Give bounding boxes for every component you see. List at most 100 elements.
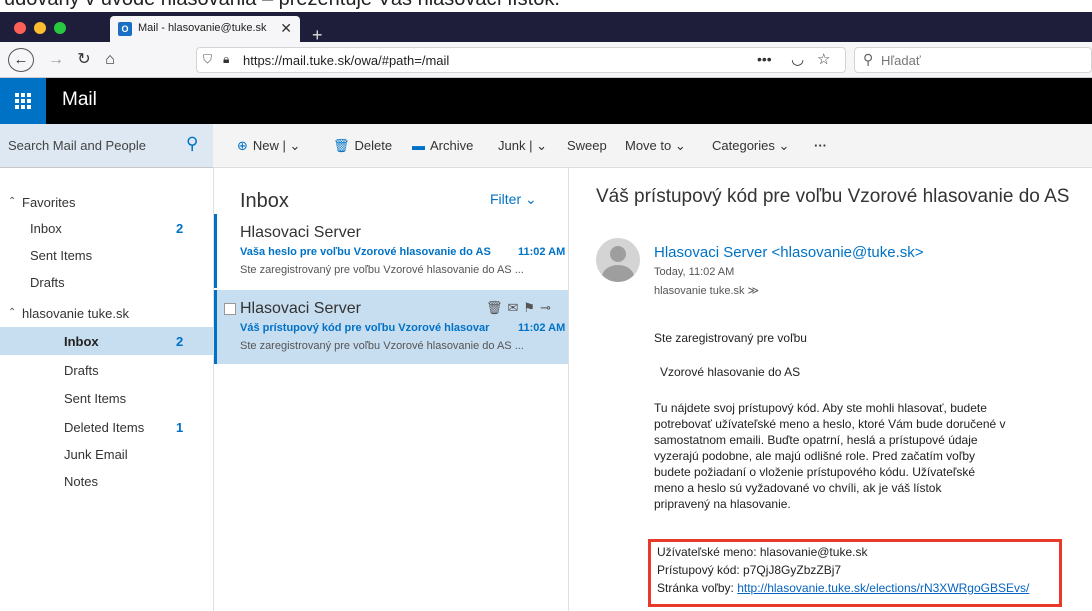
message-time: 11:02 AM bbox=[518, 322, 566, 334]
folder-sent-items-favorite[interactable]: Sent Items bbox=[0, 241, 213, 269]
access-code-line: Prístupový kód: p7QjJ8GyZbzZBj7 bbox=[657, 563, 842, 577]
email-line: samostatnom emaili. Buďte opatrní, heslá… bbox=[654, 433, 978, 447]
person-body-icon bbox=[602, 265, 634, 282]
url-text[interactable]: https://mail.tuke.sk/owa/#path=/mail bbox=[243, 53, 449, 68]
tab-close-icon[interactable]: ✕ bbox=[280, 20, 292, 37]
shield-icon[interactable]: ⛉ bbox=[203, 52, 212, 67]
browser-search-field[interactable]: ⚲ Hľadať bbox=[854, 47, 1092, 73]
maximize-window-button[interactable] bbox=[54, 22, 66, 34]
close-window-button[interactable] bbox=[14, 22, 26, 34]
app-launcher-icon[interactable] bbox=[0, 78, 46, 124]
search-icon: ⚲ bbox=[863, 51, 874, 67]
select-checkbox[interactable] bbox=[224, 303, 236, 315]
folder-inbox[interactable]: Inbox 2 bbox=[0, 327, 213, 355]
archive-button[interactable]: ▬ Archive bbox=[412, 138, 473, 153]
folder-label: Inbox bbox=[30, 221, 62, 236]
unread-count: 2 bbox=[176, 221, 184, 236]
collapse-caret-icon[interactable]: ⌃ bbox=[8, 307, 16, 318]
collapse-caret-icon[interactable]: ⌃ bbox=[8, 196, 16, 207]
browser-tab[interactable]: O Mail - hlasovanie@tuke.sk ✕ bbox=[110, 16, 300, 42]
lock-icon[interactable]: 🔒︎ bbox=[223, 52, 229, 67]
trash-icon: 🗑︎ bbox=[333, 138, 350, 153]
email-from[interactable]: Hlasovaci Server <hlasovanie@tuke.sk> bbox=[654, 244, 924, 261]
sweep-button[interactable]: Sweep bbox=[567, 138, 607, 153]
message-quick-actions: 🗑︎✉︎⚑⊸ bbox=[486, 300, 556, 316]
email-line: pripravený na hlasovanie. bbox=[654, 497, 791, 511]
folder-inbox-favorite[interactable]: Inbox 2 bbox=[0, 214, 213, 242]
bookmark-star-icon[interactable]: ☆ bbox=[817, 50, 830, 68]
folder-group-favorites[interactable]: ⌃ Favorites bbox=[0, 188, 213, 216]
list-item[interactable]: Hlasovaci Server 🗑︎✉︎⚑⊸ Váš prístupový k… bbox=[214, 290, 568, 364]
message-preview: Ste zaregistrovaný pre voľbu Vzorové hla… bbox=[240, 264, 524, 276]
message-preview: Ste zaregistrovaný pre voľbu Vzorové hla… bbox=[240, 340, 524, 352]
election-page-label: Stránka voľby: bbox=[657, 581, 738, 595]
move-to-button[interactable]: Move to ⌄ bbox=[625, 138, 686, 154]
folder-label: Notes bbox=[64, 474, 98, 489]
folder-group-account[interactable]: ⌃ hlasovanie tuke.sk bbox=[0, 299, 213, 327]
folder-notes[interactable]: Notes bbox=[0, 467, 213, 495]
search-icon[interactable]: ⚲ bbox=[186, 134, 198, 154]
delete-label: Delete bbox=[354, 138, 393, 153]
folder-label: Favorites bbox=[22, 195, 76, 210]
folder-label: Deleted Items bbox=[64, 420, 145, 435]
folder-label: Junk Email bbox=[64, 447, 128, 462]
mark-read-icon[interactable]: ✉︎ bbox=[508, 300, 524, 315]
folder-drafts-favorite[interactable]: Drafts bbox=[0, 268, 213, 296]
command-bar: ⊕ New | ⌄ 🗑︎ Delete ▬ Archive Junk | ⌄ Swee… bbox=[213, 124, 1092, 168]
filter-button[interactable]: Filter ⌄ bbox=[490, 191, 537, 208]
trash-icon[interactable]: 🗑︎ bbox=[486, 300, 508, 315]
credentials-highlight-box: Užívateľské meno: hlasovanie@tuke.sk Prí… bbox=[648, 539, 1062, 607]
new-button[interactable]: ⊕ New | ⌄ bbox=[237, 138, 300, 154]
email-line: budete požiadaní o vloženie prístupového… bbox=[654, 465, 976, 479]
folder-label: hlasovanie tuke.sk bbox=[22, 306, 129, 321]
folder-sent-items[interactable]: Sent Items bbox=[0, 384, 213, 412]
folder-drafts[interactable]: Drafts bbox=[0, 356, 213, 384]
search-mail-box[interactable]: Search Mail and People ⚲ bbox=[0, 124, 213, 168]
minimize-window-button[interactable] bbox=[34, 22, 46, 34]
avatar[interactable] bbox=[596, 238, 640, 282]
browser-tab-strip: O Mail - hlasovanie@tuke.sk ✕ + bbox=[0, 12, 1092, 44]
browser-search-placeholder: Hľadať bbox=[881, 53, 921, 68]
plus-circle-icon: ⊕ bbox=[237, 138, 248, 153]
junk-label: Junk bbox=[498, 138, 526, 153]
list-item[interactable]: Hlasovaci Server Vaša heslo pre voľbu Vz… bbox=[214, 214, 568, 288]
message-time: 11:02 AM bbox=[518, 246, 566, 258]
forward-arrow-icon[interactable]: → bbox=[46, 48, 66, 72]
home-icon[interactable]: ⌂ bbox=[100, 48, 120, 72]
message-sender: Hlasovaci Server bbox=[240, 300, 361, 317]
email-line: vyzerajú podobne, ale majú odlišné role.… bbox=[654, 449, 976, 463]
categories-button[interactable]: Categories ⌄ bbox=[712, 138, 789, 154]
unread-indicator bbox=[214, 290, 217, 364]
unread-indicator bbox=[214, 214, 217, 288]
reading-pane: Váš prístupový kód pre voľbu Vzorové hla… bbox=[570, 168, 1092, 611]
pin-icon[interactable]: ⊸ bbox=[540, 300, 556, 315]
folder-label: Sent Items bbox=[30, 248, 93, 263]
delete-button[interactable]: 🗑︎ Delete bbox=[333, 138, 392, 154]
caption-text: udovaný v úvode hlasovania – prezentuje … bbox=[4, 0, 560, 11]
list-title: Inbox bbox=[240, 190, 289, 212]
reload-icon[interactable]: ↻ bbox=[74, 48, 94, 72]
junk-button[interactable]: Junk | ⌄ bbox=[498, 138, 547, 154]
filter-label: Filter bbox=[490, 191, 522, 207]
election-page-line: Stránka voľby: http://hlasovanie.tuke.sk… bbox=[657, 581, 1029, 595]
email-recipient[interactable]: hlasovanie tuke.sk ≫ bbox=[654, 284, 759, 297]
new-label: New bbox=[252, 138, 279, 153]
unread-count: 2 bbox=[176, 334, 184, 349]
folder-deleted-items[interactable]: Deleted Items 1 bbox=[0, 413, 213, 441]
pocket-icon[interactable]: ◡ bbox=[791, 50, 804, 68]
browser-toolbar: ← → ↻ ⌂ ⛉ 🔒︎ https://mail.tuke.sk/owa/#p… bbox=[0, 42, 1092, 78]
address-bar[interactable]: ⛉ 🔒︎ https://mail.tuke.sk/owa/#path=/mai… bbox=[196, 47, 846, 73]
more-commands-button[interactable]: ··· bbox=[814, 138, 827, 153]
app-name: Mail bbox=[62, 89, 97, 110]
search-mail-placeholder[interactable]: Search Mail and People bbox=[8, 138, 146, 153]
election-page-link[interactable]: http://hlasovanie.tuke.sk/elections/rN3X… bbox=[737, 581, 1029, 595]
page-actions-icon[interactable]: ••• bbox=[757, 51, 772, 67]
person-head-icon bbox=[610, 246, 626, 262]
tab-title: Mail - hlasovanie@tuke.sk bbox=[138, 22, 267, 34]
folder-junk-email[interactable]: Junk Email bbox=[0, 440, 213, 468]
back-arrow-icon[interactable]: ← bbox=[8, 48, 34, 72]
flag-icon[interactable]: ⚑ bbox=[523, 300, 540, 315]
message-sender: Hlasovaci Server bbox=[240, 224, 361, 241]
archive-icon: ▬ bbox=[412, 138, 425, 153]
unread-count: 1 bbox=[176, 420, 184, 435]
